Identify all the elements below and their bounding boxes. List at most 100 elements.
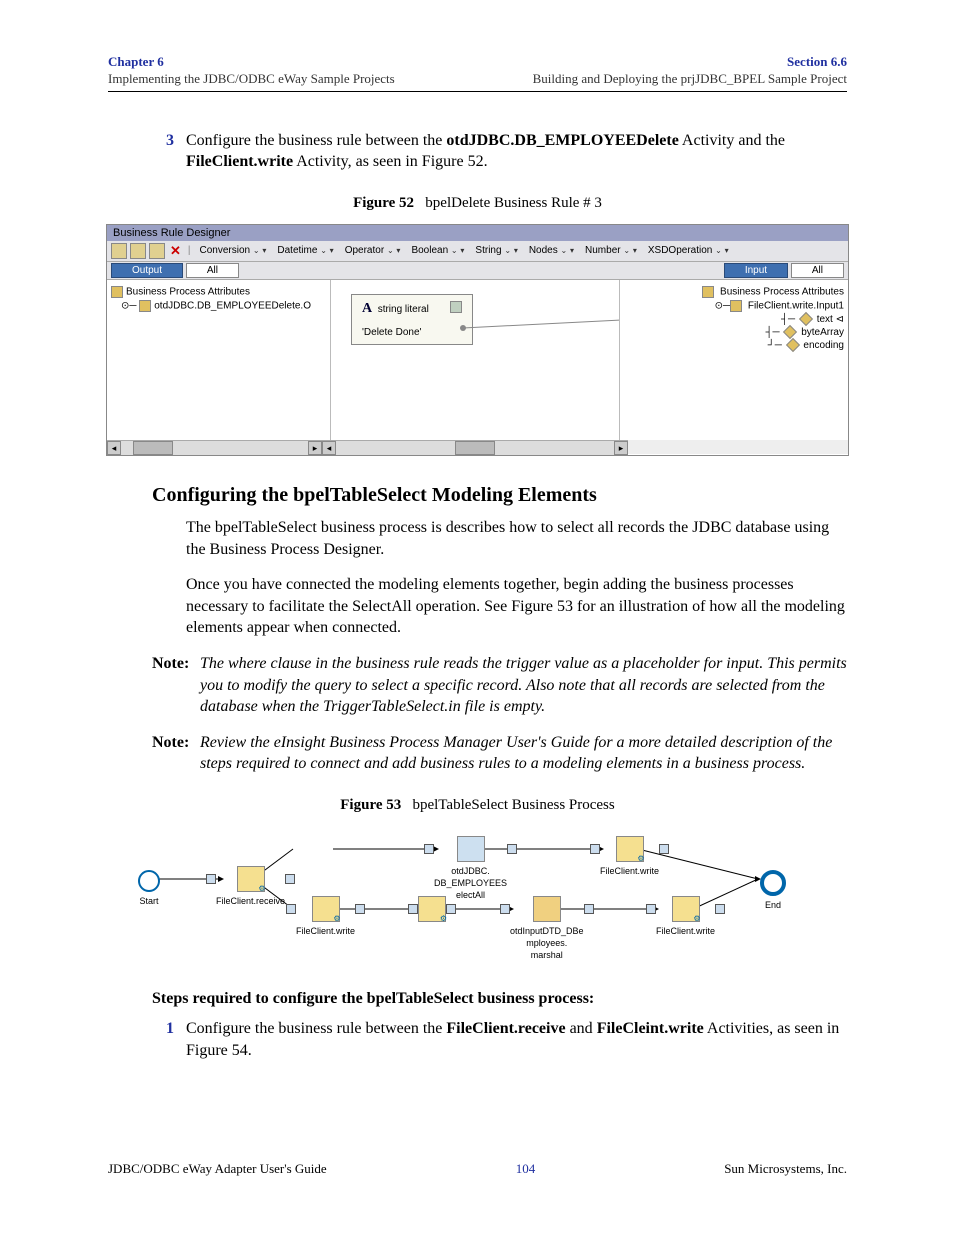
figure53: Start FileClient.receive FileClient.writ… bbox=[138, 824, 817, 974]
activity-icon bbox=[672, 896, 700, 922]
designer-body: Business Process Attributes ⊙─ otdJDBC.D… bbox=[107, 280, 848, 440]
figure53-caption: Figure 53 bpelTableSelect Business Proce… bbox=[108, 797, 847, 814]
menu-datetime[interactable]: Datetime ⌄ ▾ bbox=[277, 245, 333, 256]
header-rule bbox=[108, 91, 847, 92]
end-icon bbox=[760, 870, 786, 896]
figure52: Business Rule Designer ✕ | Conversion ⌄ … bbox=[106, 224, 849, 456]
activity-icon bbox=[533, 896, 561, 922]
footer-right: Sun Microsystems, Inc. bbox=[724, 1161, 847, 1177]
section-subtitle: Building and Deploying the prjJDBC_BPEL … bbox=[533, 71, 847, 88]
link-icon bbox=[355, 904, 365, 914]
page-footer: JDBC/ODBC eWay Adapter User's Guide 104 … bbox=[108, 1161, 847, 1177]
toolbar-icon-2[interactable] bbox=[130, 243, 146, 259]
link-icon bbox=[507, 844, 517, 854]
activity-icon bbox=[457, 836, 485, 862]
note-label: Note: bbox=[152, 653, 200, 718]
note-text: The where clause in the business rule re… bbox=[200, 653, 847, 718]
link-icon bbox=[206, 874, 216, 884]
scroll-left-icon[interactable]: ◂ bbox=[107, 441, 121, 455]
scroll-thumb[interactable] bbox=[133, 441, 173, 455]
node-icon bbox=[139, 300, 151, 312]
activity-icon bbox=[237, 866, 265, 892]
diamond-icon bbox=[783, 325, 797, 339]
link-icon bbox=[408, 904, 418, 914]
note-text: Review the eInsight Business Process Man… bbox=[200, 732, 847, 775]
scroll-right-icon[interactable]: ▸ bbox=[614, 441, 628, 455]
link-icon bbox=[424, 844, 434, 854]
scrollbars: ◂ ▸ ◂ ▸ bbox=[107, 440, 848, 455]
attr-encoding: encoding bbox=[803, 340, 844, 351]
link-icon bbox=[446, 904, 456, 914]
activity-write-top: FileClient.write bbox=[600, 836, 659, 876]
input-tree[interactable]: Business Process Attributes FileClient.w… bbox=[620, 280, 848, 440]
activity-selectall: otdJDBC. DB_EMPLOYEES electAll bbox=[434, 836, 507, 900]
node-icon bbox=[730, 300, 742, 312]
link-icon bbox=[659, 844, 669, 854]
menu-string[interactable]: String ⌄ ▾ bbox=[475, 245, 517, 256]
activity-marshal-branch bbox=[418, 896, 446, 924]
step-1: 1 Configure the business rule between th… bbox=[186, 1018, 847, 1061]
folder-icon bbox=[111, 286, 123, 298]
link-icon bbox=[590, 844, 600, 854]
mapping-line bbox=[331, 280, 619, 440]
menu-boolean[interactable]: Boolean ⌄ ▾ bbox=[411, 245, 464, 256]
end-node: End bbox=[760, 870, 786, 910]
link-icon bbox=[286, 904, 296, 914]
chapter-subtitle: Implementing the JDBC/ODBC eWay Sample P… bbox=[108, 71, 395, 88]
activity-receive: FileClient.receive bbox=[216, 866, 285, 906]
menu-nodes[interactable]: Nodes ⌄ ▾ bbox=[529, 245, 574, 256]
output-button[interactable]: Output bbox=[111, 263, 183, 278]
menu-operator[interactable]: Operator ⌄ ▾ bbox=[345, 245, 401, 256]
all-button-left[interactable]: All bbox=[186, 263, 239, 278]
section-label: Section 6.6 bbox=[533, 54, 847, 71]
tree-child-right: FileClient.write.Input1 bbox=[748, 301, 844, 312]
link-icon bbox=[715, 904, 725, 914]
activity-icon bbox=[418, 896, 446, 922]
page-number: 104 bbox=[516, 1161, 536, 1177]
all-button-right[interactable]: All bbox=[791, 263, 844, 278]
section-heading: Configuring the bpelTableSelect Modeling… bbox=[152, 484, 847, 507]
step-number: 1 bbox=[166, 1018, 182, 1040]
scroll-left-icon[interactable]: ◂ bbox=[322, 441, 336, 455]
scroll-right-icon[interactable]: ▸ bbox=[308, 441, 322, 455]
figure52-caption: Figure 52 bpelDelete Business Rule # 3 bbox=[108, 195, 847, 212]
folder-icon bbox=[702, 286, 714, 298]
activity-icon bbox=[616, 836, 644, 862]
menu-conversion[interactable]: Conversion ⌄ ▾ bbox=[200, 245, 267, 256]
paragraph-1: The bpelTableSelect business process is … bbox=[186, 517, 847, 560]
note-label: Note: bbox=[152, 732, 200, 775]
toolbar-icon-3[interactable] bbox=[149, 243, 165, 259]
note-2: Note: Review the eInsight Business Proce… bbox=[152, 732, 847, 775]
attr-bytearray: byteArray bbox=[801, 327, 844, 338]
link-icon bbox=[584, 904, 594, 914]
toolbar-icon-1[interactable] bbox=[111, 243, 127, 259]
step-text: Configure the business rule between the … bbox=[186, 132, 785, 171]
delete-icon[interactable]: ✕ bbox=[168, 243, 183, 259]
step-3: 3 Configure the business rule between th… bbox=[186, 130, 847, 173]
menu-xsd[interactable]: XSDOperation ⌄ ▾ bbox=[648, 245, 729, 256]
step-number: 3 bbox=[166, 130, 182, 152]
scroll-thumb[interactable] bbox=[455, 441, 495, 455]
start-icon bbox=[138, 870, 160, 892]
tree-root-left: Business Process Attributes bbox=[126, 287, 250, 298]
attr-text: ⊳ text bbox=[817, 314, 844, 325]
menu-number[interactable]: Number ⌄ ▾ bbox=[585, 245, 637, 256]
note-1: Note: The where clause in the business r… bbox=[152, 653, 847, 718]
designer-toolbar: ✕ | Conversion ⌄ ▾ Datetime ⌄ ▾ Operator… bbox=[107, 241, 848, 262]
tree-root-right: Business Process Attributes bbox=[720, 287, 844, 298]
chapter-label: Chapter 6 bbox=[108, 54, 395, 71]
activity-icon bbox=[312, 896, 340, 922]
link-icon bbox=[285, 874, 295, 884]
paragraph-2: Once you have connected the modeling ele… bbox=[186, 574, 847, 639]
designer-filter-row: Output All Input All bbox=[107, 262, 848, 280]
activity-write-bottom: FileClient.write bbox=[296, 896, 355, 936]
output-tree[interactable]: Business Process Attributes ⊙─ otdJDBC.D… bbox=[107, 280, 331, 440]
scrollbar-mid[interactable]: ◂ ▸ bbox=[322, 440, 628, 455]
input-button[interactable]: Input bbox=[724, 263, 788, 278]
diamond-icon bbox=[799, 312, 813, 326]
mapping-canvas[interactable]: A string literal 'Delete Done' bbox=[331, 280, 620, 440]
scrollbar-left[interactable]: ◂ ▸ bbox=[107, 440, 322, 455]
tree-child-left: otdJDBC.DB_EMPLOYEEDelete.O bbox=[154, 301, 311, 312]
footer-left: JDBC/ODBC eWay Adapter User's Guide bbox=[108, 1161, 327, 1177]
step-text: Configure the business rule between the … bbox=[186, 1020, 839, 1059]
